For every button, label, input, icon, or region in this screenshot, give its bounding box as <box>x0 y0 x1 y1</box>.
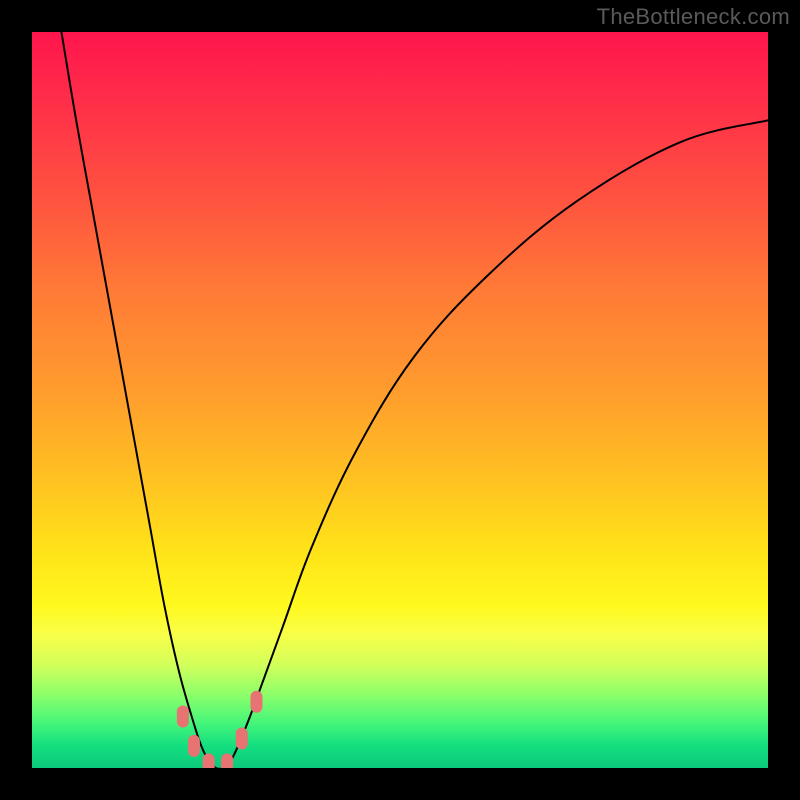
marker-pill <box>177 705 189 727</box>
bottleneck-curve <box>61 32 768 768</box>
optimal-range-markers <box>177 691 263 768</box>
marker-pill <box>236 728 248 750</box>
marker-pill <box>203 753 215 768</box>
outer-frame: TheBottleneck.com <box>0 0 800 800</box>
marker-pill <box>250 691 262 713</box>
marker-pill <box>221 753 233 768</box>
chart-svg <box>32 32 768 768</box>
chart-plot-area <box>32 32 768 768</box>
marker-pill <box>188 735 200 757</box>
watermark-text: TheBottleneck.com <box>597 4 790 30</box>
